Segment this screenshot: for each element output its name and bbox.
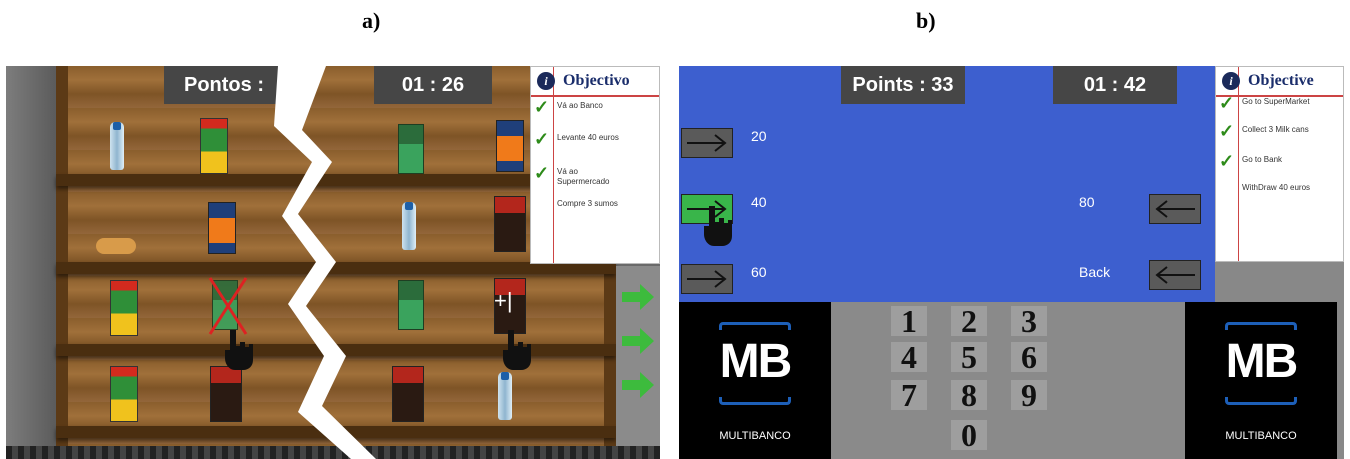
info-icon: i [1222,72,1240,90]
keypad-key[interactable]: 7 [891,379,927,411]
option-label: 40 [751,194,767,210]
objective-item: WithDraw 40 euros [1242,183,1311,192]
keypad-key[interactable]: 9 [1011,379,1047,411]
mb-logo-text: MB [1225,335,1299,388]
hand-cursor-icon [704,206,732,246]
label-b: b) [916,8,936,33]
points-display: Points : 33 [841,66,965,104]
arrow-left-icon [1155,200,1195,218]
option-label: 60 [751,264,767,280]
objective-title: Objective [1248,72,1314,89]
label-a: a) [362,8,381,33]
withdraw-60-button[interactable] [681,264,733,294]
mb-name: MULTIBANCO [1225,430,1297,442]
objective-item: Go to SuperMarket [1242,97,1310,106]
option-label: Back [1079,264,1111,280]
mb-bracket-bottom [719,397,791,405]
keypad-key[interactable]: 3 [1011,305,1047,337]
objective-item: Go to Bank [1242,155,1283,164]
check-icon: ✓ [1219,121,1235,141]
keypad-key[interactable]: 4 [891,341,927,373]
mb-logo-text: MB [719,335,793,388]
option-label: 80 [1079,194,1095,210]
timer-display: 01 : 42 [1053,66,1177,104]
keypad-key[interactable]: 6 [1011,341,1047,373]
check-icon: ✓ [1219,151,1235,171]
multibanco-logo-right: MB MULTIBANCO [1185,302,1337,459]
atm-panel: Points : 33 01 : 42 20 40 60 80 Back i O… [679,66,1344,459]
keypad [831,302,1185,459]
mb-name: MULTIBANCO [719,430,791,442]
mb-bracket-bottom [1225,397,1297,405]
supermarket-panel: +| Pontos : 01 : 26 i Objectivo ✓ Vá ao … [6,66,660,459]
objective-header: i Objective [1216,67,1343,97]
mb-bracket-top [1225,322,1297,330]
option-label: 20 [751,128,767,144]
multibanco-logo-left: MB MULTIBANCO [679,302,831,459]
mb-bracket-top [719,322,791,330]
keypad-key[interactable]: 1 [891,305,927,337]
arrow-right-icon [687,270,727,288]
objective-item: Collect 3 Milk cans [1242,125,1309,134]
arrow-right-icon [687,134,727,152]
withdraw-20-button[interactable] [681,128,733,158]
objective-panel: i Objective ✓ Go to SuperMarket ✓ Collec… [1215,66,1344,262]
withdraw-80-button[interactable] [1149,194,1201,224]
back-button[interactable] [1149,260,1201,290]
keypad-key[interactable]: 2 [951,305,987,337]
keypad-key[interactable]: 0 [951,419,987,451]
keypad-key[interactable]: 5 [951,341,987,373]
keypad-key[interactable]: 8 [951,379,987,411]
arrow-left-icon [1155,266,1195,284]
torn-crack [274,66,376,459]
check-icon: ✓ [1219,93,1235,113]
